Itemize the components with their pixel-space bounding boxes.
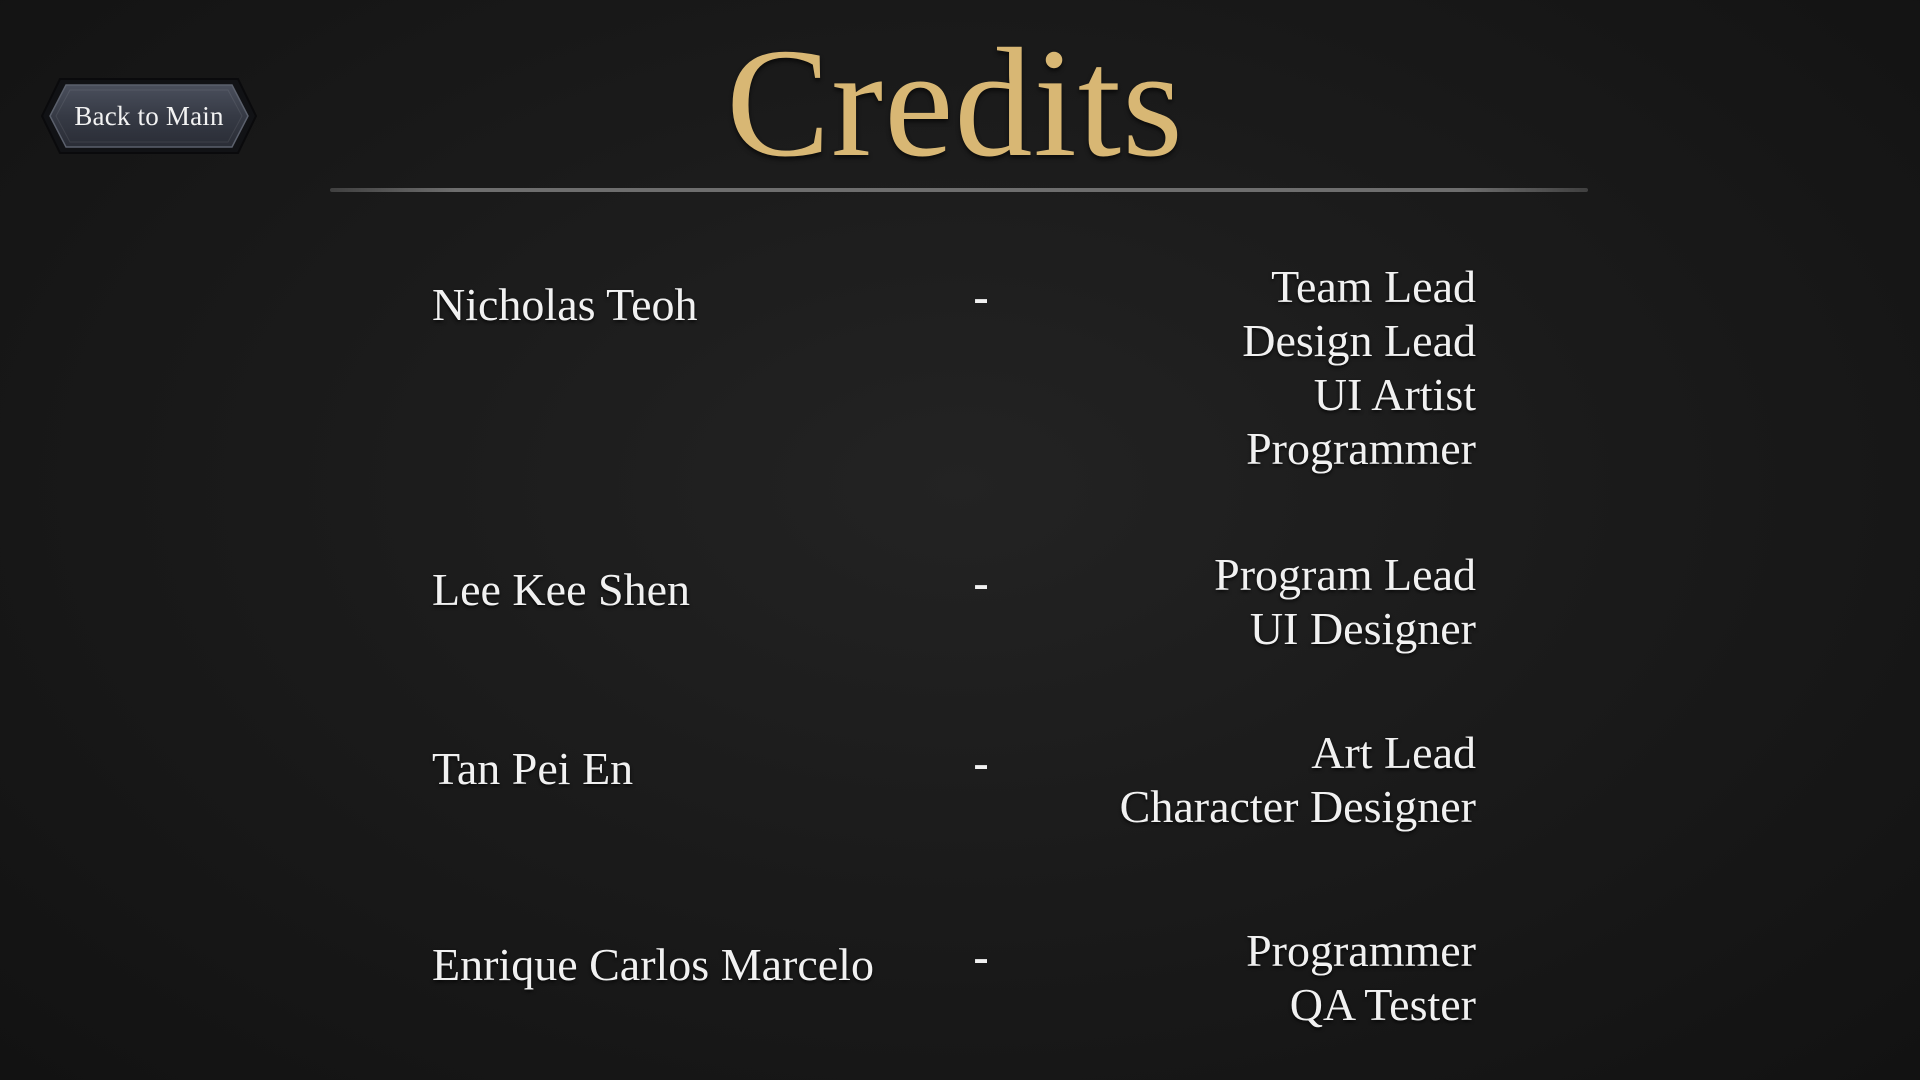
credit-separator: - <box>973 271 989 322</box>
credit-roles: Program Lead UI Designer <box>1214 548 1476 656</box>
page-title: Credits <box>726 16 1184 189</box>
credit-role: Design Lead <box>1242 315 1476 366</box>
credit-role: Art Lead <box>1311 727 1476 778</box>
credit-role: Character Designer <box>1119 781 1476 832</box>
credit-separator: - <box>973 931 989 982</box>
title-divider <box>330 188 1588 192</box>
credit-name: Tan Pei En <box>432 743 634 794</box>
credits-screen: Back to Main Credits Nicholas Teoh - Tea… <box>0 0 1920 1080</box>
credit-role: UI Artist <box>1313 369 1476 420</box>
credit-role: UI Designer <box>1249 603 1476 654</box>
credit-role: Programmer <box>1246 925 1476 976</box>
credit-name: Lee Kee Shen <box>432 564 690 615</box>
credit-role: Team Lead <box>1271 261 1476 312</box>
credit-role: QA Tester <box>1289 979 1476 1030</box>
credit-role: Programmer <box>1246 423 1476 474</box>
credit-roles: Programmer QA Tester <box>1246 924 1476 1032</box>
credit-separator: - <box>973 737 989 788</box>
credit-roles: Team Lead Design Lead UI Artist Programm… <box>1242 260 1476 476</box>
credit-roles: Art Lead Character Designer <box>1120 726 1476 834</box>
credit-separator: - <box>973 557 989 608</box>
credit-role: Program Lead <box>1214 549 1476 600</box>
credit-name: Enrique Carlos Marcelo <box>432 939 874 990</box>
credit-name: Nicholas Teoh <box>432 279 698 330</box>
